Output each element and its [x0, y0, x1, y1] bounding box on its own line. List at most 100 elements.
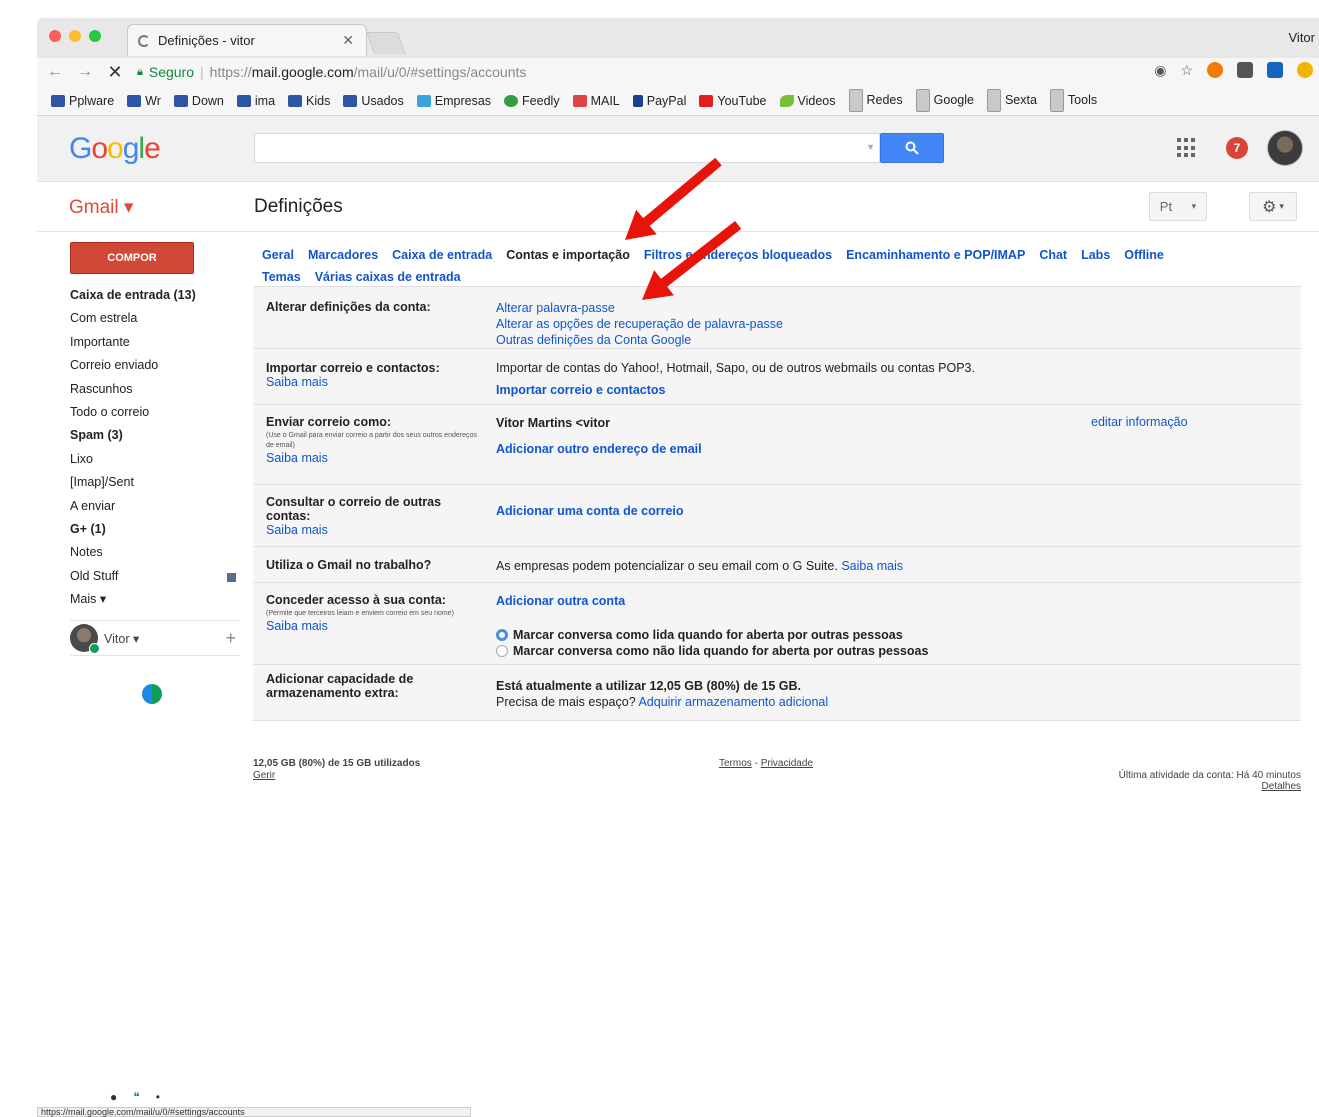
bookmark-item[interactable]: MAIL — [572, 94, 620, 108]
extension-icon[interactable] — [1267, 62, 1283, 78]
sidebar-folder[interactable]: Spam (3) — [70, 424, 240, 447]
compose-button[interactable]: COMPOR — [70, 242, 194, 274]
bookmark-item[interactable]: Sexta — [986, 88, 1037, 113]
language-button[interactable]: Pt ▾ — [1149, 192, 1207, 221]
recovery-options-link[interactable]: Alterar as opções de recuperação de pala… — [496, 317, 783, 331]
back-icon[interactable]: ← — [47, 63, 63, 81]
add-mail-account-link[interactable]: Adicionar uma conta de correio — [496, 504, 684, 518]
learn-more-link[interactable]: Saiba mais — [266, 451, 481, 465]
settings-tab[interactable]: Várias caixas de entrada — [315, 270, 461, 284]
extension-icon[interactable] — [1297, 62, 1313, 78]
notifications-badge[interactable]: 7 — [1226, 137, 1248, 159]
search-input[interactable]: ▼ — [254, 133, 880, 163]
bookmark-item[interactable]: Videos — [779, 94, 836, 108]
edit-info-link[interactable]: editar informação — [1091, 415, 1188, 429]
bookmark-item[interactable]: Pplware — [51, 94, 114, 108]
bookmark-item[interactable]: Kids — [288, 94, 330, 108]
sidebar-folder[interactable]: Lixo — [70, 448, 240, 471]
bookmark-item[interactable]: Empresas — [416, 94, 491, 108]
hangouts-icon[interactable]: ❝ — [133, 1090, 139, 1104]
search-options-icon[interactable]: ▼ — [866, 142, 875, 152]
bookmark-item[interactable]: Feedly — [504, 94, 560, 108]
settings-button[interactable]: ⚙ ▾ — [1249, 192, 1297, 221]
settings-tab[interactable]: Filtros e endereços bloqueados — [644, 248, 832, 262]
sidebar-folder[interactable]: Correio enviado — [70, 354, 240, 377]
add-contact-icon[interactable]: + — [225, 628, 236, 649]
dot-icon[interactable]: • — [156, 1090, 160, 1104]
unread-option-radio[interactable]: Marcar conversa como não lida quando for… — [496, 643, 928, 659]
sidebar-folder[interactable]: Rascunhos — [70, 378, 240, 401]
close-window-button[interactable] — [49, 30, 61, 42]
avatar[interactable] — [70, 624, 100, 654]
settings-tab[interactable]: Chat — [1039, 248, 1067, 262]
privacy-link[interactable]: Privacidade — [761, 758, 813, 769]
learn-more-link[interactable]: Saiba mais — [266, 619, 481, 633]
close-tab-icon[interactable]: ✕ — [342, 32, 354, 49]
sidebar-folder[interactable]: [Imap]/Sent — [70, 471, 240, 494]
read-option-radio[interactable]: Marcar conversa como lida quando for abe… — [496, 627, 928, 643]
chat-user-row[interactable]: Vitor ▾ + — [70, 620, 240, 656]
gmail-menu[interactable]: Gmail ▾ — [69, 196, 133, 219]
change-password-link[interactable]: Alterar palavra-passe — [496, 301, 615, 315]
bookmark-item[interactable]: Google — [915, 88, 974, 113]
eye-icon[interactable]: ◉ — [1154, 62, 1166, 79]
new-tab-button[interactable] — [365, 32, 407, 54]
settings-tab[interactable]: Contas e importação — [506, 248, 630, 262]
avatar[interactable] — [1267, 130, 1303, 166]
radio-icon[interactable] — [496, 645, 508, 657]
sidebar-folder[interactable]: Todo o correio — [70, 401, 240, 424]
address-bar[interactable]: 🔒︎ Seguro | https://mail.google.com/mail… — [137, 64, 526, 80]
sidebar-folder[interactable]: Mais ▾ — [70, 588, 240, 611]
label-color-icon[interactable] — [227, 572, 236, 582]
bookmark-item[interactable]: Down — [173, 94, 224, 108]
learn-more-link[interactable]: Saiba mais — [266, 523, 466, 537]
manage-storage-link[interactable]: Gerir — [253, 770, 275, 781]
sidebar-folder[interactable]: Com estrela — [70, 307, 240, 330]
chat-user-name[interactable]: Vitor ▾ — [104, 631, 139, 646]
bookmark-item[interactable]: Redes — [848, 88, 903, 113]
star-icon[interactable]: ☆ — [1180, 62, 1193, 79]
hangouts-icon[interactable] — [142, 684, 162, 704]
settings-tab[interactable]: Marcadores — [308, 248, 378, 262]
learn-more-link[interactable]: Saiba mais — [841, 559, 903, 573]
settings-tab[interactable]: Geral — [262, 248, 294, 262]
bookmark-item[interactable]: ima — [236, 94, 275, 108]
sidebar-folder[interactable]: Importante — [70, 331, 240, 354]
learn-more-link[interactable]: Saiba mais — [266, 375, 481, 389]
settings-tab[interactable]: Offline — [1124, 248, 1164, 262]
extension-icon[interactable] — [1207, 62, 1223, 78]
details-link[interactable]: Detalhes — [1262, 781, 1301, 792]
settings-tab[interactable]: Labs — [1081, 248, 1110, 262]
apps-grid-icon[interactable] — [1177, 138, 1197, 158]
settings-tab[interactable]: Encaminhamento e POP/IMAP — [846, 248, 1025, 262]
bookmark-item[interactable]: Tools — [1049, 88, 1097, 113]
browser-tab[interactable]: Definições - vitor ✕ — [127, 24, 367, 56]
sidebar-folder[interactable]: Old Stuff — [70, 565, 240, 588]
terms-link[interactable]: Termos — [719, 758, 752, 769]
add-email-address-link[interactable]: Adicionar outro endereço de email — [496, 441, 702, 457]
settings-tab[interactable]: Caixa de entrada — [392, 248, 492, 262]
sidebar-folder[interactable]: Notes — [70, 541, 240, 564]
dot-icon[interactable]: ● — [110, 1090, 117, 1104]
sidebar-folder[interactable]: A enviar — [70, 495, 240, 518]
bookmark-item[interactable]: Wr — [127, 94, 161, 108]
bookmark-item[interactable]: PayPal — [632, 94, 686, 108]
extension-icon[interactable] — [1237, 62, 1253, 78]
settings-tab[interactable]: Temas — [262, 270, 301, 284]
buy-storage-link[interactable]: Adquirir armazenamento adicional — [638, 695, 828, 709]
bookmark-item[interactable]: Usados — [343, 94, 404, 108]
sidebar-folder[interactable]: Caixa de entrada (13) — [70, 284, 240, 307]
search-button[interactable] — [880, 133, 944, 163]
add-another-account-link[interactable]: Adicionar outra conta — [496, 594, 625, 608]
sidebar-folder[interactable]: G+ (1) — [70, 518, 240, 541]
forward-icon[interactable]: → — [77, 63, 93, 81]
minimize-window-button[interactable] — [69, 30, 81, 42]
bookmark-item[interactable]: YouTube — [699, 94, 767, 108]
stop-icon[interactable]: ✕ — [107, 62, 123, 83]
radio-selected-icon[interactable] — [496, 629, 508, 641]
zoom-window-button[interactable] — [89, 30, 101, 42]
import-mail-link[interactable]: Importar correio e contactos — [496, 382, 666, 398]
google-logo[interactable]: Google — [69, 132, 161, 166]
profile-name[interactable]: Vitor — [1289, 30, 1316, 45]
google-account-settings-link[interactable]: Outras definições da Conta Google — [496, 333, 691, 347]
